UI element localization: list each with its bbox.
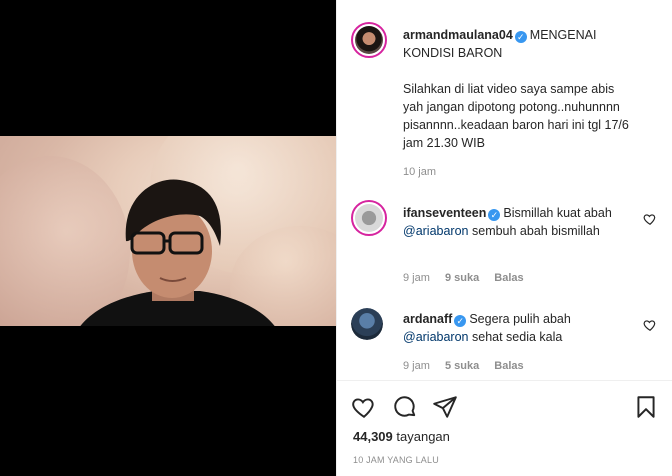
comment-meta: 9 jam 9 suka Balas <box>403 272 536 284</box>
comment-age[interactable]: 9 jam <box>403 272 430 284</box>
author-avatar[interactable] <box>351 22 387 58</box>
comments-scroll-area[interactable]: armandmaulana04 ✓ MENGENAI KONDISI BARON S… <box>337 0 672 380</box>
comment-body: Segera pulih abah <box>469 312 571 326</box>
post-actions-bar: 44,309 tayangan 10 JAM YANG LALU <box>337 380 672 476</box>
comment-like-heart-icon[interactable] <box>643 212 657 226</box>
heart-icon[interactable] <box>351 394 377 420</box>
comment-icon[interactable] <box>392 394 418 420</box>
comment-likes[interactable]: 9 suka <box>445 272 479 284</box>
scrollbar[interactable] <box>667 0 672 380</box>
verified-badge-icon: ✓ <box>514 31 527 43</box>
verified-badge-icon: ✓ <box>488 209 501 221</box>
view-count-number: 44,309 <box>353 429 393 444</box>
comment-body: sembuh abah bismillah <box>468 224 600 238</box>
post-timestamp[interactable]: 10 JAM YANG LALU <box>353 455 439 465</box>
verified-badge-icon: ✓ <box>454 315 467 327</box>
comment-username[interactable]: ifanseventeen <box>403 206 486 220</box>
post-details-panel: armandmaulana04 ✓ MENGENAI KONDISI BARON S… <box>336 0 672 476</box>
view-count[interactable]: 44,309 tayangan <box>353 429 450 444</box>
comment-meta: 9 jam 5 suka Balas <box>403 360 536 372</box>
reply-button[interactable]: Balas <box>494 272 523 284</box>
comment-username[interactable]: ardanaff <box>403 312 452 326</box>
paper-plane-icon[interactable] <box>432 394 458 420</box>
comment-likes[interactable]: 5 suka <box>445 360 479 372</box>
comment-like-heart-icon[interactable] <box>643 318 657 332</box>
video-player[interactable] <box>0 136 336 326</box>
author-username[interactable]: armandmaulana04 <box>403 28 513 42</box>
commenter-avatar[interactable] <box>351 200 387 236</box>
reply-button[interactable]: Balas <box>494 360 523 372</box>
mention-link[interactable]: @ariabaron <box>403 224 469 238</box>
comment-text: ifanseventeen ✓ Bismillah kuat abah @ariab… <box>403 204 635 240</box>
caption-meta: 10 jam <box>403 166 448 178</box>
bookmark-icon[interactable] <box>633 394 659 420</box>
comment-body: sehat sedia kala <box>468 330 563 344</box>
comment-text: ardanaff ✓ Segera pulih abah @ariabaron se… <box>403 310 635 346</box>
video-person <box>80 179 275 326</box>
comment-body: Bismillah kuat abah <box>503 206 612 220</box>
caption-body: Silahkan di liat video saya sampe abis y… <box>403 82 629 150</box>
caption-text: armandmaulana04 ✓ MENGENAI KONDISI BARON S… <box>403 26 635 152</box>
comment-age[interactable]: 9 jam <box>403 360 430 372</box>
media-pane <box>0 0 336 476</box>
commenter-avatar[interactable] <box>351 308 383 340</box>
view-count-label: tayangan <box>396 429 450 444</box>
caption-age[interactable]: 10 jam <box>403 166 436 178</box>
mention-link[interactable]: @ariabaron <box>403 330 469 344</box>
